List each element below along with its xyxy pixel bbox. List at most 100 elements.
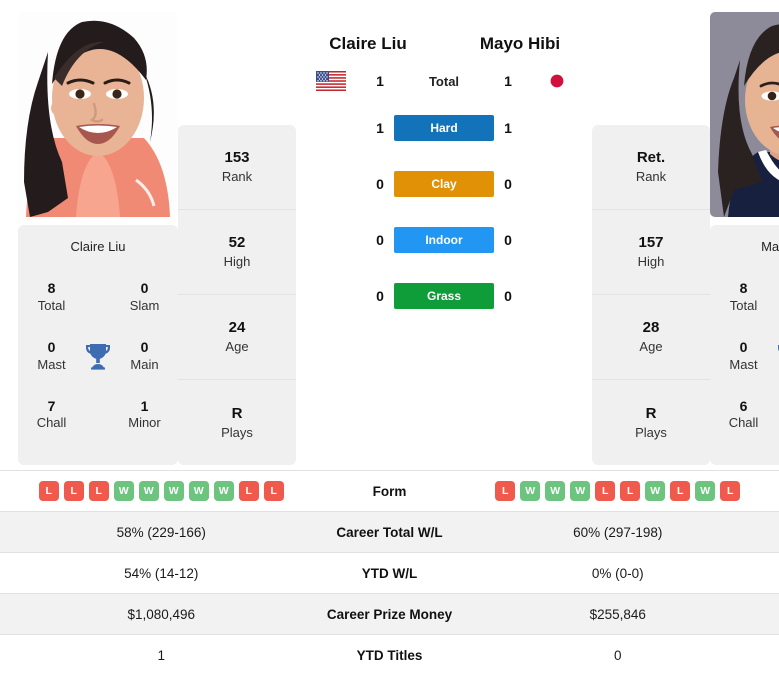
left-titles-main: 0 Main (121, 339, 168, 373)
form-badge-win[interactable]: W (645, 481, 666, 501)
left-stats-card: 153 Rank 52 High 24 Age R Plays (178, 125, 296, 465)
head-to-head-column: Claire Liu Mayo Hibi 1 Total 1 1 Hard 1 … (296, 12, 592, 324)
table-row-ytd-wl: 54% (14-12) YTD W/L 0% (0-0) (0, 552, 779, 593)
left-rank-value: 153 (224, 149, 250, 167)
right-stats-column: Ret. Rank 157 High 28 Age R Plays (592, 125, 710, 465)
form-badge-loss[interactable]: L (495, 481, 516, 501)
left-ytd-wl: 54% (14-12) (124, 565, 199, 581)
table-label-ytd-titles: YTD Titles (356, 647, 423, 663)
right-rank-label: Rank (635, 169, 667, 185)
table-label-form: Form (372, 483, 407, 499)
h2h-surface-row-indoor: 0 Indoor 0 (296, 212, 592, 268)
right-career-total-wl: 60% (297-198) (573, 524, 663, 540)
left-stat-age: 24 Age (178, 295, 296, 380)
left-player-flag (296, 71, 366, 91)
form-badge-win[interactable]: W (213, 481, 234, 501)
table-label-ytd-wl: YTD W/L (361, 565, 418, 581)
comparison-top-section: Claire Liu 8 Total 0 Slam 0 Mast 0 Main … (0, 0, 779, 470)
h2h-surface-row-grass: 0 Grass 0 (296, 268, 592, 324)
surface-badge-grass[interactable]: Grass (394, 283, 494, 309)
form-badge-loss[interactable]: L (88, 481, 109, 501)
form-badge-win[interactable]: W (138, 481, 159, 501)
form-badge-win[interactable]: W (695, 481, 716, 501)
right-stat-plays: R Plays (592, 380, 710, 465)
form-badge-loss[interactable]: L (63, 481, 84, 501)
right-titles-mast-value: 0 (739, 339, 748, 356)
left-ytd-titles: 1 (157, 647, 165, 663)
right-player-column: Mayo Hibi 8 Total 0 Slam 0 Mast (710, 12, 779, 465)
left-player-photo (18, 12, 178, 217)
grass-left-score: 0 (376, 288, 384, 304)
right-stat-age: 28 Age (592, 295, 710, 380)
left-titles-minor-label: Minor (128, 415, 161, 431)
form-badge-win[interactable]: W (188, 481, 209, 501)
hard-left-score: 1 (376, 120, 384, 136)
surface-badge-indoor[interactable]: Indoor (394, 227, 494, 253)
left-titles-minor-value: 1 (140, 397, 149, 414)
left-trophy-icon (75, 342, 121, 370)
clay-right-score: 0 (504, 176, 512, 192)
form-badge-loss[interactable]: L (263, 481, 284, 501)
left-titles-grid: 8 Total 0 Slam 0 Mast 0 Main 7 Chall 1 M… (28, 268, 168, 444)
form-badge-win[interactable]: W (163, 481, 184, 501)
grass-right-score: 0 (504, 288, 512, 304)
left-career-total-wl: 58% (229-166) (116, 524, 206, 540)
surface-badge-clay[interactable]: Clay (394, 171, 494, 197)
player-names-row: Claire Liu Mayo Hibi (296, 34, 592, 54)
left-titles-mast: 0 Mast (28, 339, 75, 373)
form-badge-loss[interactable]: L (670, 481, 691, 501)
form-badge-win[interactable]: W (570, 481, 591, 501)
left-form-strip: LLLWWWWWLL (18, 481, 305, 501)
right-titles-total-label: Total (729, 297, 758, 313)
left-high-value: 52 (228, 234, 246, 252)
right-plays-label: Plays (635, 424, 667, 440)
left-titles-slam-value: 0 (140, 280, 149, 297)
left-stat-rank: 153 Rank (178, 125, 296, 210)
right-titles-grid: 8 Total 0 Slam 0 Mast (720, 268, 779, 444)
form-badge-loss[interactable]: L (620, 481, 641, 501)
left-titles-total-value: 8 (47, 280, 56, 297)
left-titles-mast-label: Mast (37, 356, 66, 372)
right-stat-rank: Ret. Rank (592, 125, 710, 210)
right-titles-chall: 6 Chall (720, 398, 767, 432)
clay-left-score: 0 (376, 176, 384, 192)
form-badge-loss[interactable]: L (720, 481, 741, 501)
form-badge-win[interactable]: W (545, 481, 566, 501)
left-titles-chall-label: Chall (36, 415, 67, 431)
comparison-table: LLLWWWWWLL Form LWWWLLWLWL 58% (229-166)… (0, 470, 779, 675)
right-high-value: 157 (638, 234, 664, 252)
left-age-label: Age (225, 339, 249, 355)
form-badge-loss[interactable]: L (595, 481, 616, 501)
right-age-value: 28 (642, 319, 660, 337)
right-titles-chall-label: Chall (728, 415, 759, 431)
left-stats-column: 153 Rank 52 High 24 Age R Plays (178, 125, 296, 465)
left-titles-main-label: Main (130, 356, 159, 372)
table-row-career-total-wl: 58% (229-166) Career Total W/L 60% (297-… (0, 511, 779, 552)
player-comparison-page: Claire Liu 8 Total 0 Slam 0 Mast 0 Main … (0, 0, 779, 699)
left-player-column: Claire Liu 8 Total 0 Slam 0 Mast 0 Main … (18, 12, 178, 465)
left-rank-label: Rank (221, 169, 253, 185)
left-plays-label: Plays (221, 424, 253, 440)
right-titles-mast: 0 Mast (720, 339, 767, 373)
left-card-player-name: Claire Liu (70, 239, 126, 254)
left-career-prize-money: $1,080,496 (127, 606, 196, 622)
right-titles-total: 8 Total (720, 280, 767, 314)
right-age-label: Age (639, 339, 663, 355)
left-titles-chall-value: 7 (47, 397, 56, 414)
surface-badge-hard[interactable]: Hard (394, 115, 494, 141)
right-form-strip: LWWWLLWLWL (475, 481, 762, 501)
right-ytd-titles: 0 (613, 647, 622, 663)
table-row-career-prize-money: $1,080,496 Career Prize Money $255,846 (0, 593, 779, 634)
right-player-photo (710, 12, 779, 217)
form-badge-win[interactable]: W (520, 481, 541, 501)
form-badge-loss[interactable]: L (38, 481, 59, 501)
form-badge-loss[interactable]: L (238, 481, 259, 501)
right-stats-card: Ret. Rank 157 High 28 Age R Plays (592, 125, 710, 465)
right-high-label: High (637, 254, 665, 270)
h2h-surface-row-hard: 1 Hard 1 (296, 100, 592, 156)
h2h-total-label: Total (428, 73, 460, 89)
left-titles-main-value: 0 (140, 339, 149, 356)
form-badge-win[interactable]: W (113, 481, 134, 501)
left-titles-slam-label: Slam (129, 297, 160, 313)
h2h-surface-row-clay: 0 Clay 0 (296, 156, 592, 212)
